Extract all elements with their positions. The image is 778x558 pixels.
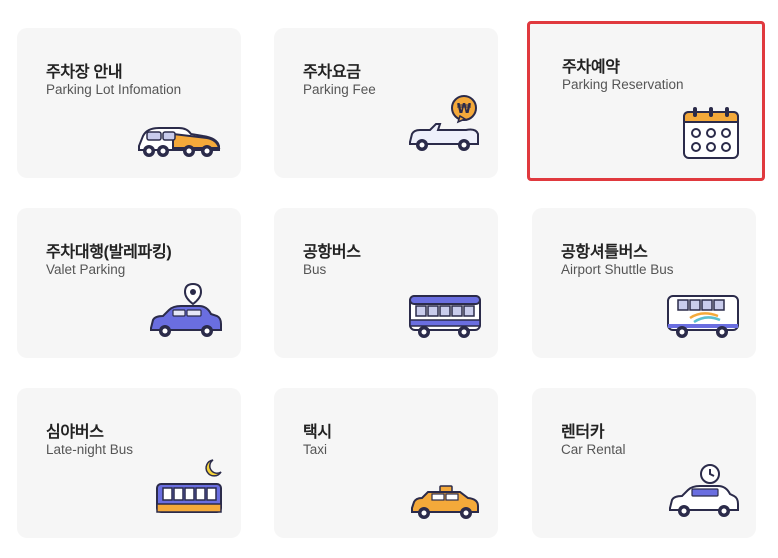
card-car-rental[interactable]: 렌터카 Car Rental <box>532 388 756 538</box>
card-subtitle: Valet Parking <box>46 262 126 277</box>
card-parking-fee[interactable]: 주차요금 Parking Fee ₩ <box>274 28 498 178</box>
parking-menu-grid: 주차장 안내 Parking Lot Infomation 주차요금 Parki… <box>0 0 778 558</box>
card-parking-lot-info[interactable]: 주차장 안내 Parking Lot Infomation <box>17 28 241 178</box>
svg-text:₩: ₩ <box>457 102 472 117</box>
card-title: 주차장 안내 <box>46 64 123 81</box>
night-bus-icon <box>156 459 222 513</box>
card-parking-reservation[interactable]: 주차예약 Parking Reservation <box>527 21 765 181</box>
calendar-icon <box>683 107 739 159</box>
card-title: 렌터카 <box>561 424 605 441</box>
rental-car-clock-icon <box>669 464 739 517</box>
card-title: 주차예약 <box>562 59 620 76</box>
card-subtitle: Taxi <box>303 442 328 457</box>
card-subtitle: Bus <box>303 262 327 277</box>
card-subtitle: Parking Fee <box>303 82 376 97</box>
card-title: 공항버스 <box>303 244 361 261</box>
card-taxi[interactable]: 택시 Taxi <box>274 388 498 538</box>
card-subtitle: Airport Shuttle Bus <box>561 262 674 277</box>
card-valet-parking[interactable]: 주차대행(발레파킹) Valet Parking <box>17 208 241 358</box>
card-airport-bus[interactable]: 공항버스 Bus <box>274 208 498 358</box>
card-title: 택시 <box>303 424 332 441</box>
convertible-won-icon: ₩ <box>409 95 479 151</box>
card-airport-shuttle-bus[interactable]: 공항셔틀버스 Airport Shuttle Bus <box>532 208 756 358</box>
shuttle-bus-icon <box>667 295 739 338</box>
card-subtitle: Parking Reservation <box>562 77 684 92</box>
card-title: 주차대행(발레파킹) <box>46 244 172 261</box>
card-title: 공항셔틀버스 <box>561 244 648 261</box>
car-icon <box>138 127 221 157</box>
card-subtitle: Late-night Bus <box>46 442 134 457</box>
card-late-night-bus[interactable]: 심야버스 Late-night Bus <box>17 388 241 538</box>
card-subtitle: Car Rental <box>561 442 626 457</box>
card-title: 주차요금 <box>303 64 361 81</box>
card-title: 심야버스 <box>46 424 104 441</box>
taxi-icon <box>411 485 479 519</box>
card-subtitle: Parking Lot Infomation <box>46 82 182 97</box>
bus-icon <box>409 295 481 338</box>
valet-car-pin-icon <box>150 282 222 337</box>
